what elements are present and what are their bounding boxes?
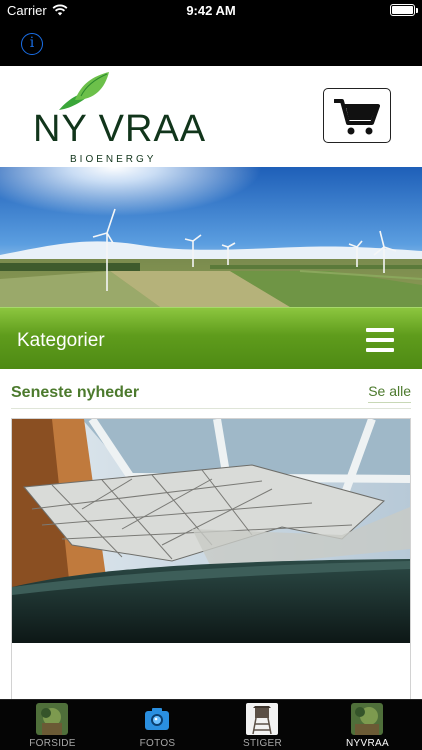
- hamburger-menu-icon[interactable]: [366, 328, 394, 352]
- tab-nyvraa[interactable]: NYVRAA: [315, 700, 420, 750]
- camera-icon: [145, 708, 169, 730]
- info-button[interactable]: i: [21, 33, 43, 55]
- tab-fotos[interactable]: FOTOS: [105, 700, 210, 750]
- news-image[interactable]: [12, 419, 410, 643]
- tab-forside[interactable]: FORSIDE: [0, 700, 105, 750]
- cart-button[interactable]: [323, 88, 391, 143]
- battery-icon: [390, 4, 418, 16]
- tab-label: FORSIDE: [29, 738, 76, 749]
- wind-farm-banner-image: [0, 167, 422, 307]
- news-section: Seneste nyheder Se alle: [0, 369, 422, 699]
- ny-vraa-logo[interactable]: NY VRAA BIOENERGY: [33, 70, 208, 165]
- divider: [11, 408, 411, 409]
- shopping-cart-icon: [334, 99, 380, 135]
- clock: 9:42 AM: [186, 3, 236, 18]
- news-card[interactable]: [11, 418, 411, 699]
- tab-bar: FORSIDE FOTOS STIGER NYVRAA: [0, 699, 422, 750]
- tab-label: STIGER: [242, 738, 283, 749]
- category-title: Kategorier: [17, 330, 105, 351]
- site-header: NY VRAA BIOENERGY: [0, 66, 422, 167]
- tab-label: NYVRAA: [346, 738, 389, 749]
- info-icon: i: [29, 35, 35, 51]
- status-bar: Carrier 9:42 AM: [0, 0, 422, 22]
- tab-label: FOTOS: [139, 738, 176, 749]
- forest-photo-icon: [351, 703, 383, 735]
- see-all-link[interactable]: Se alle: [368, 383, 411, 403]
- logo-text: NY VRAA: [33, 108, 207, 150]
- category-bar[interactable]: Kategorier: [0, 307, 422, 369]
- hunting-tower-icon: [246, 703, 278, 735]
- news-heading: Seneste nyheder: [11, 384, 140, 401]
- tab-stiger[interactable]: STIGER: [210, 700, 315, 750]
- logo-subtitle: BIOENERGY: [70, 154, 157, 165]
- forest-photo-icon: [36, 703, 68, 735]
- navigation-bar: i: [0, 22, 422, 66]
